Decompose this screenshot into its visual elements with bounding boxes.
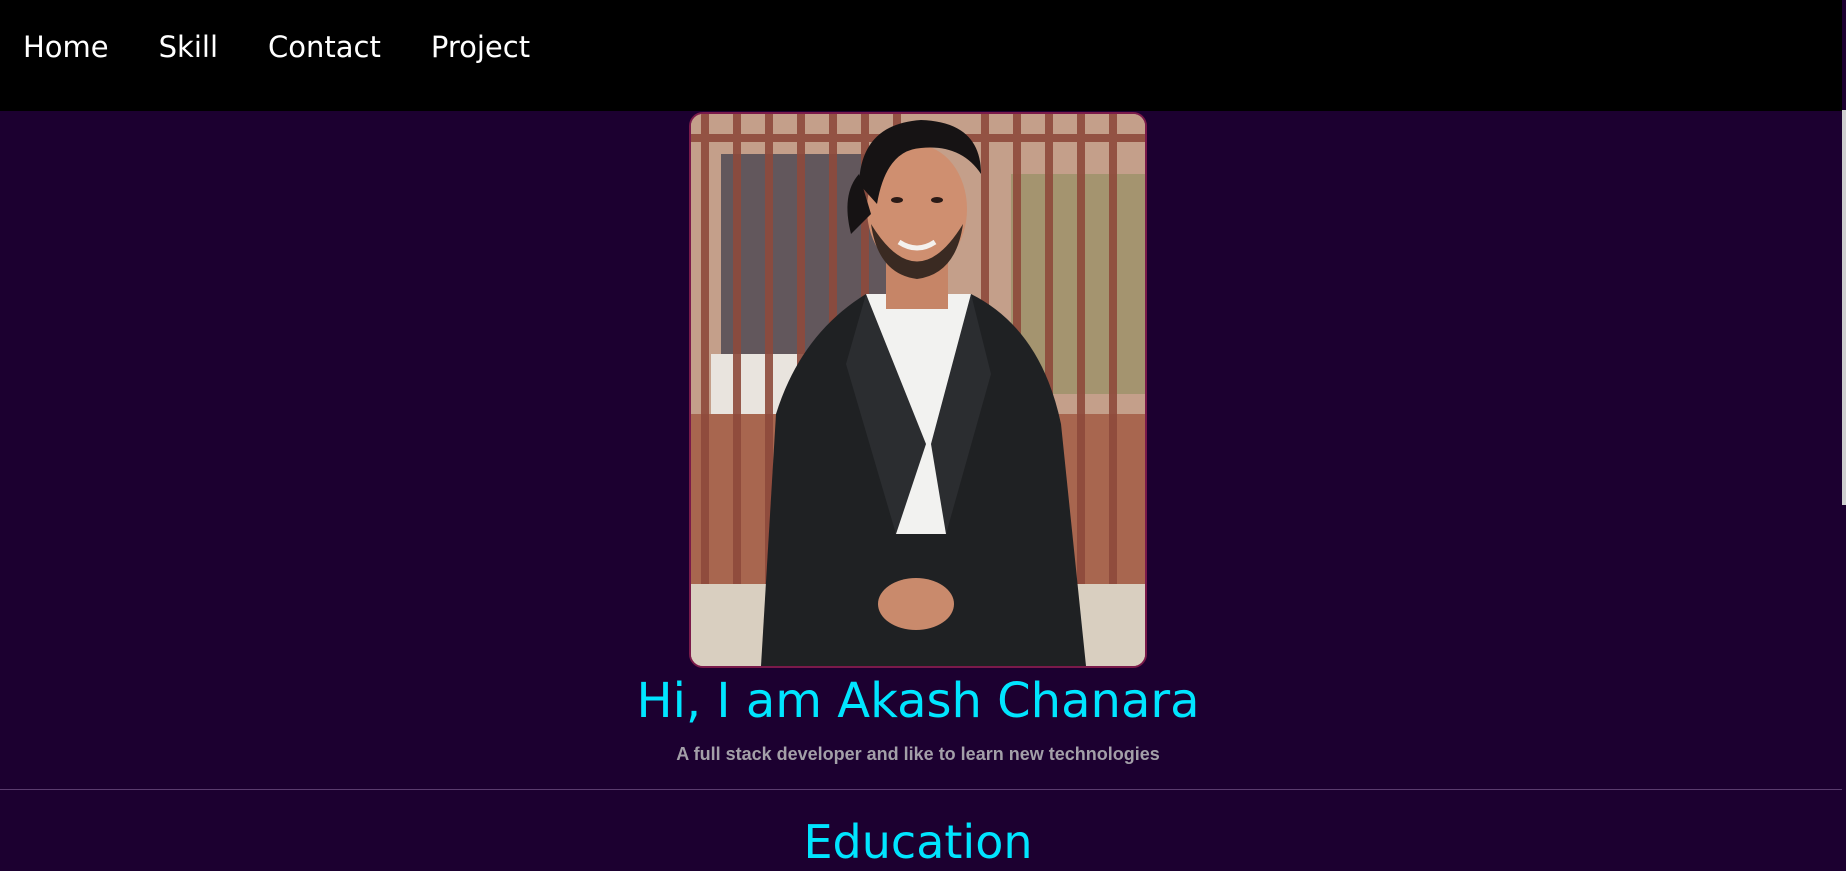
nav-link-project[interactable]: Project [431,30,530,64]
page-scrollbar-thumb[interactable] [1842,110,1846,505]
section-divider [0,789,1842,790]
page: Home Skill Contact Project Hi, I am Akas… [0,0,1846,871]
nav-link-skill[interactable]: Skill [159,30,218,64]
hero-subtitle: A full stack developer and like to learn… [676,744,1160,764]
profile-photo [689,112,1147,668]
hero-title: Hi, I am Akash Chanara [636,673,1200,729]
nav-link-home[interactable]: Home [23,30,109,64]
nav-link-contact[interactable]: Contact [268,30,381,64]
page-scrollbar[interactable] [1842,0,1846,871]
top-navbar: Home Skill Contact Project [0,0,1846,111]
profile-photo-illustration [691,114,1145,666]
education-heading: Education [803,815,1033,869]
